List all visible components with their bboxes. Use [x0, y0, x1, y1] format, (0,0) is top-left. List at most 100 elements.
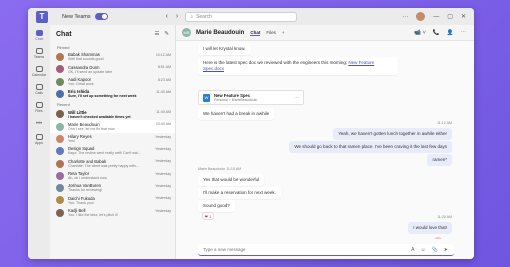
chat-preview: Yes! — [68, 139, 75, 144]
add-tab-icon[interactable]: + — [282, 30, 285, 35]
rail-item-calls[interactable]: Calls — [28, 81, 50, 97]
more-icon[interactable]: ⋯ — [294, 95, 299, 101]
chat-time: Yesterday — [155, 171, 171, 176]
rail-label: Files — [35, 108, 43, 113]
chat-icon — [35, 29, 43, 36]
avatar — [56, 90, 64, 99]
more-apps-icon[interactable]: ••• — [28, 121, 50, 127]
chat-time: Yesterday — [155, 208, 171, 213]
chat-text: Joshua VanBuren Thanks for reviewing! — [68, 183, 155, 193]
audio-call-icon[interactable]: 📞 — [433, 30, 440, 36]
chat-time: 11:40 AM — [156, 89, 171, 94]
chat-time: Yesterday — [155, 159, 171, 164]
apps-icon — [35, 133, 43, 140]
chat-text: Reta Taylor Ah, ok I understand now. — [68, 171, 155, 181]
avatar[interactable]: MB — [182, 28, 191, 37]
chat-preview: You: Great work — [68, 81, 94, 86]
chat-text: Babak Shammas Well that sounds good — [68, 52, 156, 62]
chat-preview: You: Thank you! — [68, 200, 94, 205]
send-icon[interactable]: ➤ — [444, 247, 448, 253]
rail-item-apps[interactable]: Apps — [28, 131, 50, 147]
conversation-title: Marie Beaudouin — [196, 29, 245, 36]
chat-text: Charlotte and Babak Charlotte: The client… — [68, 159, 155, 169]
avatar — [56, 184, 64, 193]
close-icon[interactable]: ✕ — [461, 13, 466, 20]
chat-list-item[interactable]: Charlotte and Babak Charlotte: The client… — [50, 157, 175, 169]
file-location: Personal > MarieBeaudouin — [214, 97, 258, 102]
search-placeholder: Search — [196, 13, 212, 20]
new-chat-icon[interactable]: ✎ — [164, 31, 169, 37]
search-icon: ⌕ — [190, 13, 194, 20]
tab-files[interactable]: Files — [266, 30, 276, 35]
chat-preview: Well that sounds good — [68, 57, 104, 62]
message-incoming: Sound good? — [198, 200, 235, 212]
format-icon[interactable]: A — [411, 247, 414, 253]
avatar — [56, 122, 64, 131]
app-rail: Chat Teams Calendar Calls Files ••• Apps — [28, 25, 50, 259]
chat-list-item[interactable]: Kadji Bell You: I like the idea, let's pi… — [50, 207, 175, 219]
chat-text: Marie Beaudouin Ohh I see, let me fix tha… — [68, 122, 156, 132]
rail-item-teams[interactable]: Teams — [28, 45, 50, 61]
chat-preview: I haven't checked available times yet — [68, 114, 131, 119]
message-incoming: I'll make a reservation for next week. — [198, 187, 281, 199]
search-input[interactable]: ⌕ Search — [185, 11, 298, 22]
message-incoming: I will let Krystal know. — [198, 43, 251, 55]
file-attachment[interactable]: W New Feature Spec Personal > MarieBeaud… — [198, 90, 304, 105]
message-incoming: Yes that would be wonderful — [198, 174, 265, 186]
back-forward-icon[interactable]: ‹ › — [166, 13, 182, 20]
video-call-icon[interactable]: 📹 ˅ — [414, 30, 426, 36]
rail-item-chat[interactable]: Chat — [28, 27, 50, 43]
chat-preview: Charlotte: The client was pretty happy w… — [68, 163, 139, 168]
avatar — [56, 110, 64, 119]
rail-item-files[interactable]: Files — [28, 99, 50, 115]
chat-list-title: Chat — [56, 30, 72, 38]
tab-chat[interactable]: Chat — [250, 30, 261, 36]
phone-icon — [35, 83, 43, 90]
new-teams-toggle[interactable] — [94, 13, 108, 20]
rail-label: Teams — [33, 54, 45, 59]
chat-text: Eric Ishida Sure, I'll set up something f… — [68, 89, 156, 99]
chat-list-item[interactable]: Design Squad Kayo: The review went really… — [50, 145, 175, 157]
more-icon[interactable]: ··· — [402, 14, 408, 20]
chat-time: 11:40 AM — [156, 110, 171, 115]
avatar[interactable] — [416, 12, 426, 21]
maximize-icon[interactable]: ▢ — [447, 13, 453, 20]
minimize-icon[interactable]: — — [433, 14, 439, 20]
message-text: Here is the latest spec doc we reviewed … — [203, 60, 349, 65]
chat-text: Hilary Reyes Yes! — [68, 134, 155, 144]
compose-box[interactable]: A ☺ 📎 ➤ — [198, 244, 454, 256]
file-icon — [35, 101, 43, 108]
chat-list-item[interactable]: Daichi Fukuda You: Thank you! Yesterday — [50, 194, 175, 206]
chat-list-item[interactable]: Joshua VanBuren Thanks for reviewing! Yest… — [50, 182, 175, 194]
rail-label: Apps — [35, 140, 43, 145]
chat-preview: You: I like the idea, let's pitch it! — [68, 212, 118, 217]
emoji-icon[interactable]: ☺ — [420, 247, 425, 253]
chat-text: Kadji Bell You: I like the idea, let's pi… — [68, 208, 155, 218]
chat-list-pane: Chat ☰ ✎ Pinned Babak Shammas Well that s… — [50, 25, 176, 259]
chat-list-item[interactable]: Marie Beaudouin Ohh I see, let me fix tha… — [50, 120, 175, 133]
heart-reaction[interactable]: ❤ 1 — [202, 212, 214, 220]
avatar — [56, 208, 64, 217]
chat-list-item[interactable]: Babak Shammas Well that sounds good 10:12 … — [50, 51, 175, 63]
new-teams-label: New Teams — [62, 13, 91, 20]
message-input[interactable] — [203, 247, 412, 252]
rail-item-calendar[interactable]: Calendar — [28, 63, 50, 79]
title-bar-controls: ··· — ▢ ✕ — [402, 12, 466, 21]
chat-list-item[interactable]: Will Little I haven't checked available t… — [50, 108, 175, 120]
chat-preview: Kayo: The review went really well! Can't… — [68, 151, 141, 156]
more-icon[interactable]: ⋯ — [461, 30, 467, 36]
people-icon[interactable]: 👤 — [447, 30, 454, 36]
chat-list-item[interactable]: Reta Taylor Ah, ok I understand now. Yeste… — [50, 170, 175, 182]
chat-list-item[interactable]: Eric Ishida Sure, I'll set up something f… — [50, 88, 175, 100]
filter-icon[interactable]: ☰ — [154, 31, 159, 37]
avatar — [56, 159, 64, 168]
avatar — [56, 77, 64, 86]
chat-text: Will Little I haven't checked available t… — [68, 110, 156, 120]
attach-icon[interactable]: 📎 — [432, 247, 438, 253]
avatar — [56, 147, 64, 156]
calendar-icon — [35, 65, 43, 72]
recent-list: Will Little I haven't checked available t… — [50, 108, 175, 219]
chat-list-item[interactable]: Hilary Reyes Yes! Yesterday — [50, 133, 175, 145]
chat-list-item[interactable]: Cassandra Dunn OK, I'll send an update la… — [50, 63, 175, 75]
chat-list-item[interactable]: Aadi Kapoor You: Great work 8:23 AM — [50, 76, 175, 88]
